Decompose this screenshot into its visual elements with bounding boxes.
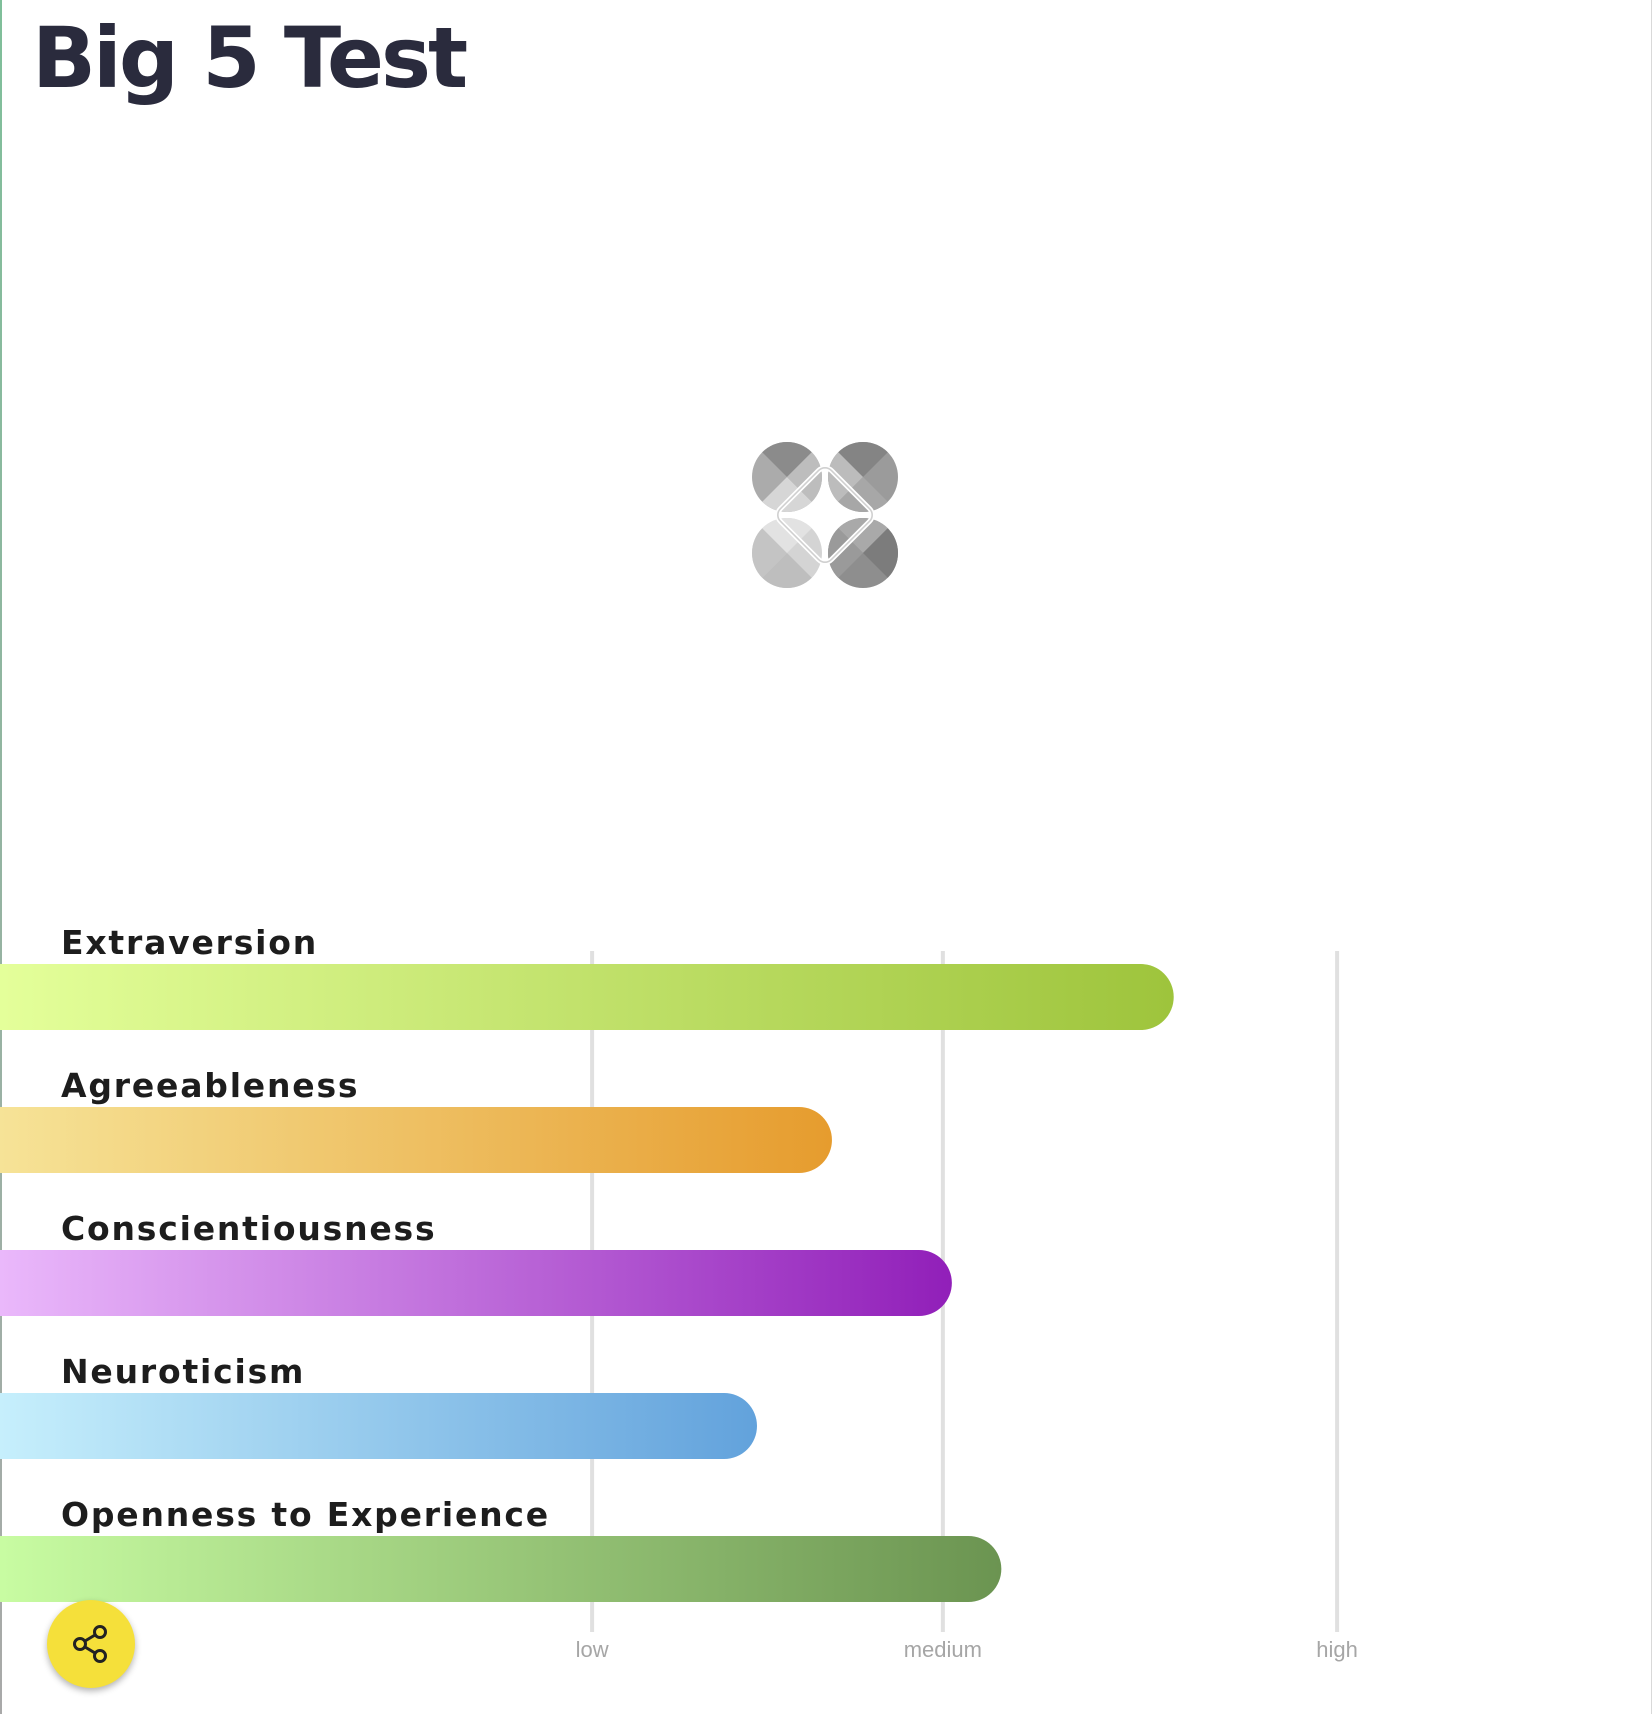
tick-label-high: high (1316, 1637, 1358, 1662)
category-label: Extraversion (61, 923, 318, 962)
category-label: Neuroticism (61, 1352, 305, 1391)
share-icon (73, 1625, 107, 1663)
tick-labels: low medium high (576, 1637, 1358, 1662)
bar-openness-to-experience (0, 1536, 1002, 1602)
category-label: Agreeableness (61, 1066, 359, 1105)
category-label: Conscientiousness (61, 1209, 436, 1248)
bar-conscientiousness (0, 1250, 952, 1316)
bar-extraversion (0, 964, 1174, 1030)
bar-neuroticism (0, 1393, 757, 1459)
category-label: Openness to Experience (61, 1495, 550, 1534)
bar-agreeableness (0, 1107, 832, 1173)
tick-label-low: low (576, 1637, 609, 1662)
tick-label-medium: medium (904, 1637, 982, 1662)
share-button[interactable] (47, 1600, 135, 1688)
big5-bar-chart: Extraversion Agreeableness Conscientiousne… (0, 923, 1358, 1662)
